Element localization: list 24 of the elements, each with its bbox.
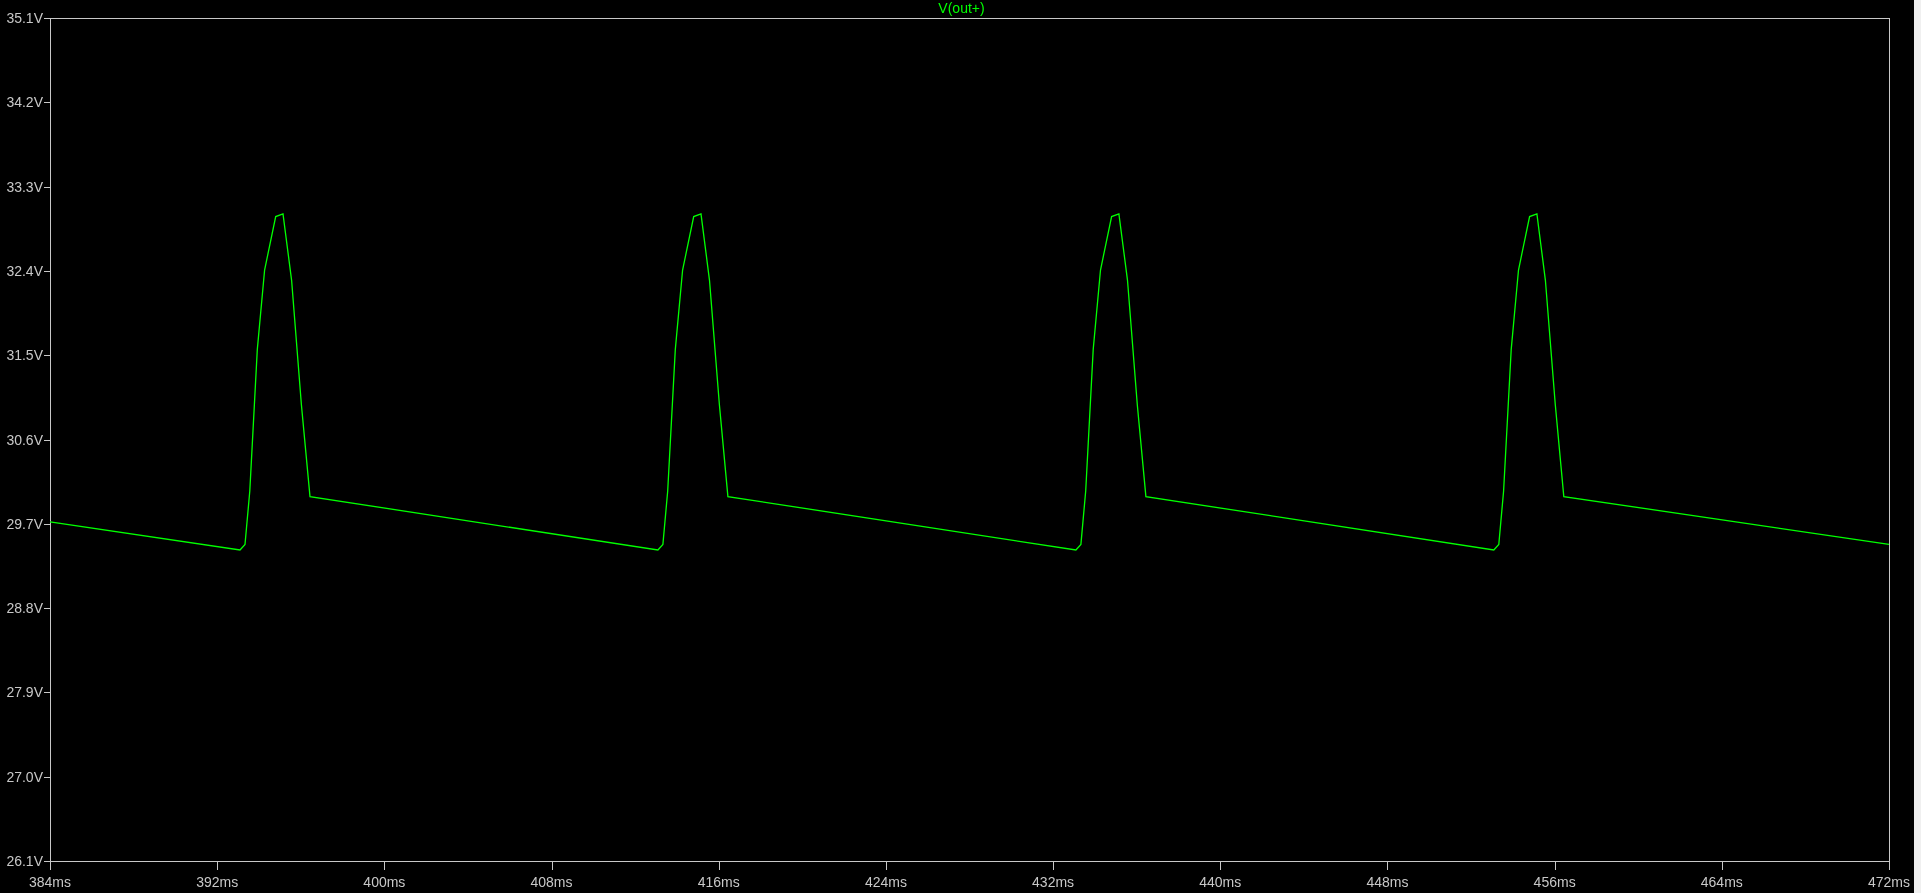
- x-tick-label: 424ms: [864, 874, 907, 890]
- x-tick-label: 448ms: [1366, 874, 1409, 890]
- x-tick-label: 384ms: [29, 874, 71, 890]
- y-tick-label: 31.5V: [6, 347, 43, 364]
- x-tick-label: 416ms: [697, 874, 740, 890]
- x-tick-label: 400ms: [363, 874, 406, 890]
- x-tick-label: 392ms: [196, 874, 239, 890]
- y-tick-label: 34.2V: [6, 94, 43, 111]
- y-tick-label: 32.4V: [6, 262, 43, 279]
- x-tick-label: 456ms: [1533, 874, 1576, 890]
- y-tick-label: 29.7V: [6, 515, 43, 532]
- x-tick-label: 464ms: [1700, 874, 1743, 890]
- y-tick-label: 33.3V: [6, 178, 43, 195]
- y-tick-label: 27.0V: [6, 768, 43, 785]
- y-tick-label: 27.9V: [6, 684, 43, 701]
- x-tick-label: 432ms: [1032, 874, 1075, 890]
- x-tick-label: 440ms: [1199, 874, 1242, 890]
- trace-label[interactable]: V(out+): [938, 0, 985, 16]
- y-tick-label: 26.1V: [6, 853, 43, 869]
- y-tick-label: 28.8V: [6, 600, 43, 617]
- x-tick-label: 408ms: [530, 874, 573, 890]
- y-tick-label: 30.6V: [6, 431, 43, 448]
- y-tick-label: 35.1V: [6, 10, 43, 26]
- x-tick-label: 472ms: [1868, 874, 1910, 890]
